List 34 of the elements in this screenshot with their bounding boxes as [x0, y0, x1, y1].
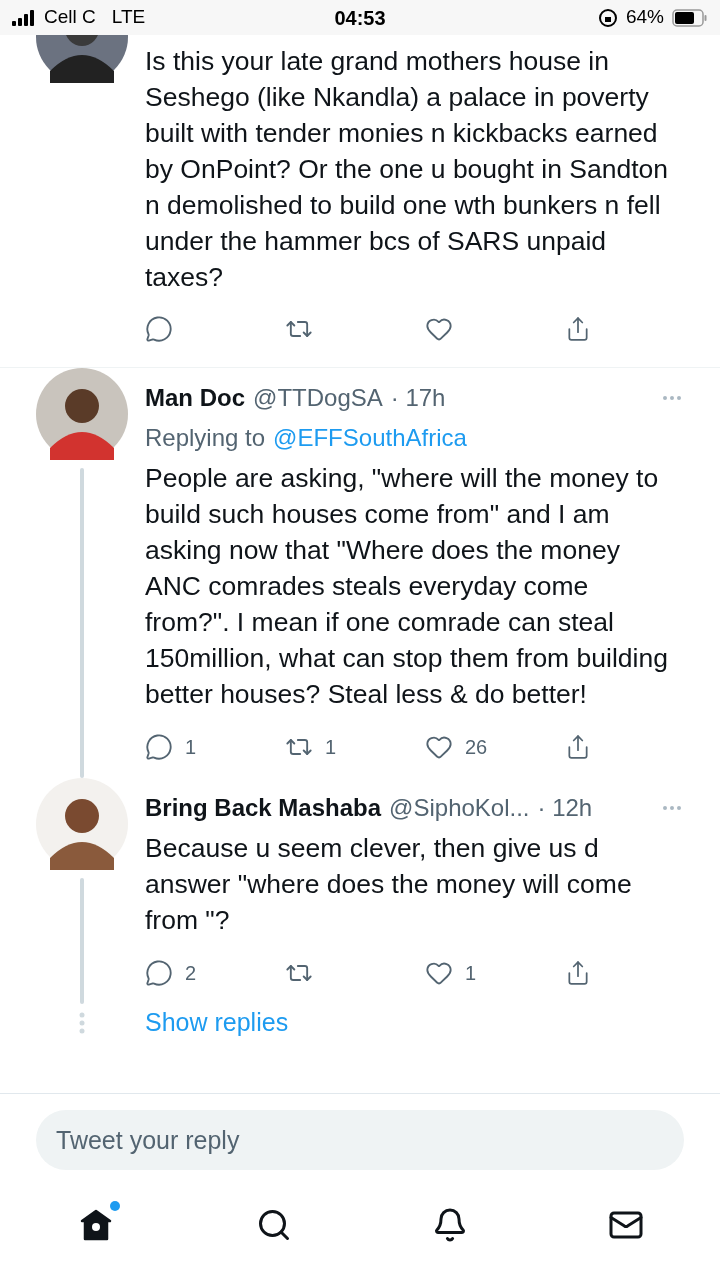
avatar[interactable] [36, 368, 128, 460]
avatar[interactable] [36, 778, 128, 870]
tweet-time: · 17h [390, 383, 446, 413]
battery-percent: 64% [625, 5, 664, 30]
reply-icon[interactable] [145, 315, 173, 343]
thread-dots-icon [79, 1011, 85, 1034]
signal-icon [12, 9, 36, 26]
tweet-text: Because u seem clever, then give us d answer "where does the money will come from "? [145, 832, 633, 937]
action-count: 2 [185, 961, 197, 986]
battery-icon [672, 8, 708, 27]
clock: 04:53 [334, 5, 386, 31]
tweet-text: Is this your late grand mothers house in Seshego (like Nkandla) a palace in poverty built with tender monies n kickbacks earned by OnPoint? Or the one u bought in Sandton n demolished to build one wth bunkers n fell under the hammer bcs of SARS unpaid taxes? [145, 45, 669, 294]
reply-field[interactable]: Tweet your reply [36, 1110, 684, 1170]
action-count: 26 [465, 735, 488, 760]
author-name[interactable]: Man Doc [145, 380, 245, 416]
replying-label: Replying to [145, 423, 266, 453]
tweet-text: People are asking, "where will the money to build such houses come from" and I am asking now that "Where does the money ANC comrades steals everyday come from?". I mean if one comrade can steal 150million, what can stop them from building better houses? Steal less & do better! [145, 462, 669, 711]
action-count: 1 [325, 735, 337, 760]
author-handle[interactable]: @TTDogSA [253, 380, 383, 416]
network-type: LTE [111, 5, 146, 30]
author-name[interactable]: Bring Back Mashaba [145, 790, 382, 826]
bell-icon [432, 1207, 468, 1243]
reply-icon[interactable] [145, 959, 173, 987]
share-icon[interactable] [565, 960, 591, 986]
share-icon[interactable] [565, 734, 591, 760]
author-handle[interactable]: @SiphoKol... [389, 790, 530, 826]
search-icon [256, 1207, 292, 1243]
tweet-time: · 12h [537, 793, 593, 823]
rotation-lock-icon [597, 7, 618, 28]
reply-icon[interactable] [145, 733, 173, 761]
action-count: 1 [185, 735, 197, 760]
action-count: 1 [465, 961, 477, 986]
carrier-name: Cell C [44, 5, 96, 30]
share-icon[interactable] [565, 316, 591, 342]
